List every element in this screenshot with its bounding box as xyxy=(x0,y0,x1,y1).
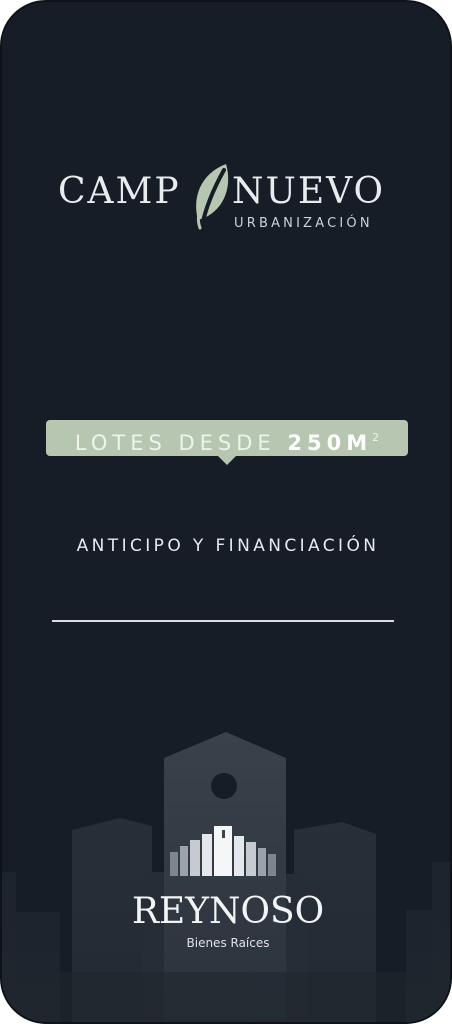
offer-text: ANTICIPO Y FINANCIACIÓN xyxy=(76,536,380,556)
lots-size-badge: LOTES DESDE 250M2 xyxy=(46,420,408,456)
logo-word-right: NUEVO xyxy=(232,171,385,212)
badge-value: 250M xyxy=(287,431,373,455)
divider-line xyxy=(52,620,394,622)
promo-card: CAMP NUEVO URBANIZACIÓN LOTES DESDE 250M… xyxy=(0,0,452,1024)
badge-superscript: 2 xyxy=(372,431,380,444)
reynoso-wordmark: REYNOSO xyxy=(131,891,325,932)
badge-pointer xyxy=(218,456,236,465)
campo-nuevo-logo: CAMP NUEVO URBANIZACIÓN xyxy=(2,160,450,250)
logo-subtitle: URBANIZACIÓN xyxy=(234,216,373,231)
city-skyline-graphic xyxy=(2,732,450,1022)
reynoso-tagline: Bienes Raíces xyxy=(186,936,270,950)
logo-word-left: CAMP xyxy=(58,171,181,212)
leaf-icon xyxy=(196,164,229,230)
badge-prefix: LOTES DESDE xyxy=(74,431,288,455)
